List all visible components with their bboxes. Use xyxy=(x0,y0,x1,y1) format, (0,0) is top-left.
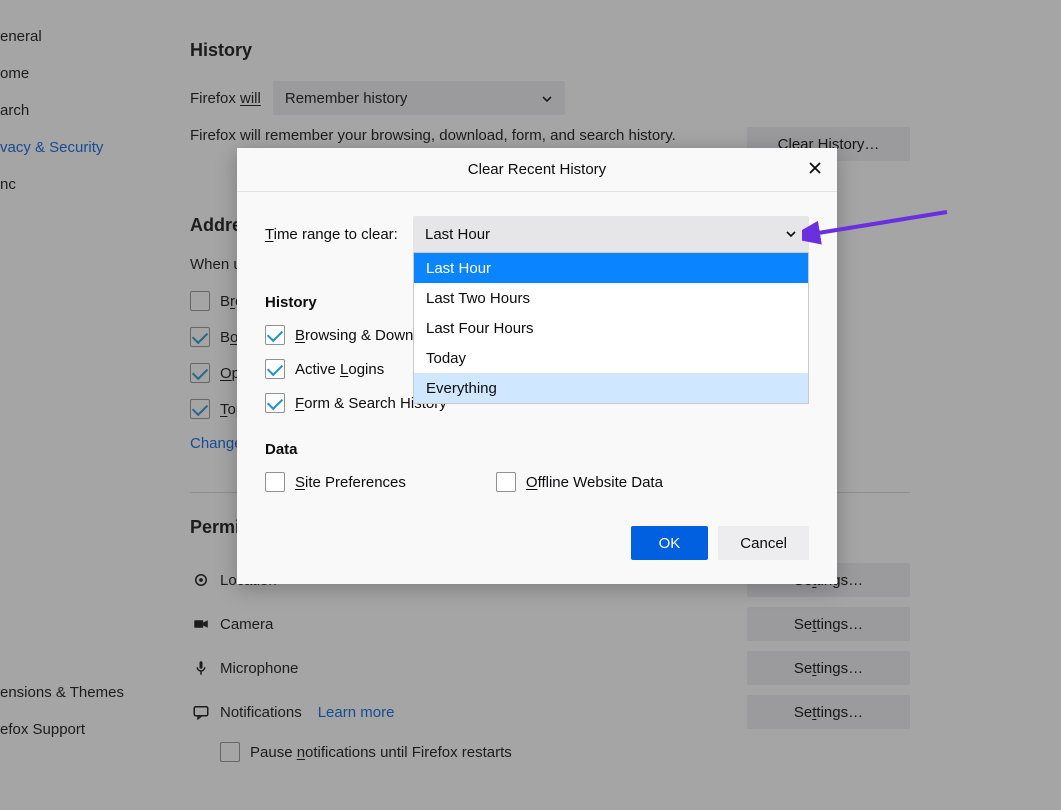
checkbox-active-logins[interactable] xyxy=(265,359,285,379)
checkbox-offline-data[interactable] xyxy=(496,472,516,492)
checkbox-site-preferences[interactable] xyxy=(265,472,285,492)
clear-history-dialog: Clear Recent History Time range to clear… xyxy=(237,148,837,584)
cancel-button[interactable]: Cancel xyxy=(718,526,809,560)
time-range-menu: Last Hour Last Two Hours Last Four Hours… xyxy=(413,252,809,404)
time-range-label: Time range to clear: xyxy=(265,226,413,243)
dropdown-item-last-four-hours[interactable]: Last Four Hours xyxy=(414,313,808,343)
dialog-title: Clear Recent History xyxy=(468,161,606,178)
checkbox-browsing-download[interactable] xyxy=(265,325,285,345)
time-range-dropdown[interactable]: Last Hour Last Hour Last Two Hours Last … xyxy=(413,216,809,252)
chevron-down-icon xyxy=(785,228,797,240)
time-range-value: Last Hour xyxy=(425,226,490,243)
ok-button[interactable]: OK xyxy=(631,526,709,560)
label-offline-data: Offline Website Data xyxy=(526,474,663,491)
dialog-section-data: Data xyxy=(265,441,809,458)
dialog-header: Clear Recent History xyxy=(237,148,837,192)
label-site-preferences: Site Preferences xyxy=(295,474,406,491)
close-icon[interactable] xyxy=(807,160,823,180)
dropdown-item-everything[interactable]: Everything xyxy=(414,373,808,403)
dropdown-item-last-hour[interactable]: Last Hour xyxy=(414,253,808,283)
label-active-logins: Active Logins xyxy=(295,361,384,378)
checkbox-form-search[interactable] xyxy=(265,393,285,413)
dropdown-item-last-two-hours[interactable]: Last Two Hours xyxy=(414,283,808,313)
dropdown-item-today[interactable]: Today xyxy=(414,343,808,373)
